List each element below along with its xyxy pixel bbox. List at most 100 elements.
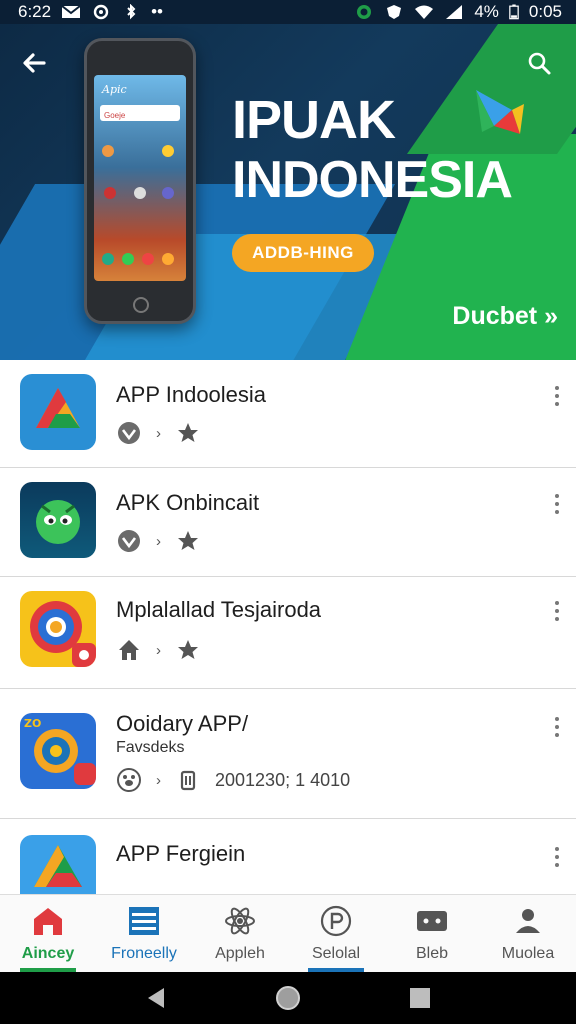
app-subtitle: Favsdeks: [116, 739, 185, 756]
app-icon-browser: ZO: [20, 713, 96, 789]
app-title: APP Indoolesia: [116, 382, 267, 407]
app-icon-drive: [20, 374, 96, 450]
phone-screen: Apic Goeje: [94, 75, 186, 281]
app-meta: ›: [116, 637, 201, 663]
app-dot-icon: [162, 187, 174, 199]
app-title: Ooidary APP/: [116, 711, 249, 736]
chevron-right-icon: ›: [156, 771, 161, 789]
overflow-menu-icon[interactable]: [552, 847, 562, 867]
list-item[interactable]: Mplalallad Tesjairoda ›: [0, 577, 576, 689]
nav-label: Froneelly: [111, 945, 177, 962]
person-icon: [516, 909, 540, 933]
back-arrow-icon[interactable]: [20, 48, 50, 78]
nav-label: Muolea: [501, 945, 555, 962]
app-dot-icon: [162, 145, 174, 157]
banner-brand-text: Ducbet: [452, 302, 538, 330]
phone-illustration: Apic Goeje: [84, 38, 196, 324]
list-item[interactable]: APK Onbincait ›: [0, 468, 576, 577]
app-meta: ›: [116, 528, 201, 554]
nav-item-profile[interactable]: Muolea: [480, 895, 576, 972]
wifi-icon: [415, 5, 434, 19]
app-icon-drive: [20, 835, 96, 894]
status-clock: 0:05: [528, 2, 562, 21]
app-dot-icon: [102, 145, 114, 157]
home-circle-icon[interactable]: [275, 985, 301, 1011]
paw-icon: [117, 768, 141, 792]
nav-item-home[interactable]: Aincey: [0, 895, 96, 972]
banner-title-line1: IPUAK: [232, 90, 396, 150]
battery-icon: [509, 4, 519, 20]
bottom-navigation: Aincey Froneelly Appleh Selolal Bleb Muo…: [0, 894, 576, 972]
app-meta: › 2001230; 1 4010: [116, 767, 350, 793]
gamepad-icon: [417, 911, 447, 931]
nav-item-games[interactable]: Bleb: [384, 895, 480, 972]
verified-icon: [118, 422, 140, 444]
nav-label: Bleb: [415, 945, 449, 962]
app-title: APK Onbincait: [116, 490, 260, 515]
phone-search-bar: Goeje: [100, 105, 180, 121]
app-icon-mascot: [20, 482, 96, 558]
banner-title-line2: INDONESIA: [232, 151, 513, 209]
verified-icon: [118, 530, 140, 552]
list-item[interactable]: APP Indoolesia ›: [0, 360, 576, 468]
status-bar: 6:22 •• 4% 0:05: [0, 0, 576, 24]
nav-label: Appleh: [215, 945, 265, 962]
star-icon: [178, 531, 198, 550]
overflow-menu-icon[interactable]: [552, 386, 562, 406]
chevron-right-icon: ›: [156, 641, 161, 659]
app-meta-text: 2001230; 1 4010: [215, 769, 351, 790]
play-store-logo-icon: [476, 90, 524, 134]
signal-icon: [446, 5, 463, 19]
list-icon: [129, 907, 159, 935]
nav-label: Selolal: [311, 945, 361, 962]
chevron-right-icon: ›: [156, 532, 161, 550]
recents-square-icon[interactable]: [408, 986, 432, 1010]
system-navigation-bar: [0, 972, 576, 1024]
list-item[interactable]: ZO Ooidary APP/ Favsdeks › 2001230; 1 40…: [0, 689, 576, 819]
svg-text:ZO: ZO: [24, 717, 41, 730]
bluetooth-icon: [127, 4, 136, 20]
nav-item-list[interactable]: Froneelly: [96, 895, 192, 972]
status-time: 6:22: [18, 2, 52, 21]
phone-home-button: [133, 297, 149, 313]
back-triangle-icon[interactable]: [144, 986, 168, 1010]
app-icon-chrome: [20, 591, 96, 667]
home-icon: [34, 908, 62, 935]
atom-icon: [225, 907, 255, 935]
app-dot-icon: [122, 253, 134, 265]
shield-icon: [387, 5, 402, 19]
trash-icon: [180, 770, 196, 791]
nav-item-special[interactable]: Selolal: [288, 895, 384, 972]
overflow-menu-icon[interactable]: [552, 601, 562, 621]
app-dot-icon: [162, 253, 174, 265]
nav-item-apps[interactable]: Appleh: [192, 895, 288, 972]
parking-icon: [320, 905, 352, 937]
home-icon: [119, 640, 139, 660]
app-dot-icon: [102, 253, 114, 265]
app-title: Mplalallad Tesjairoda: [116, 597, 322, 622]
app-dot-icon: [134, 187, 146, 199]
banner-title: IPUAK INDONESIA: [232, 90, 513, 210]
star-icon: [178, 640, 198, 659]
chevron-right-icon: ›: [156, 424, 161, 442]
nav-label: Aincey: [21, 945, 75, 962]
banner-cta-button[interactable]: ADDB-HING: [232, 234, 374, 272]
banner-brand: Ducbet »: [452, 302, 558, 331]
app-list: APP Indoolesia › APK Onbincait › Mplalal…: [0, 360, 576, 894]
app-title: APP Fergiein: [116, 841, 246, 866]
app-notification-icon: [357, 5, 372, 19]
list-item[interactable]: APP Fergiein: [0, 819, 576, 894]
search-icon[interactable]: [524, 48, 554, 78]
app-dot-icon: [142, 253, 154, 265]
battery-percent: 4%: [474, 2, 499, 21]
overflow-menu-icon[interactable]: [552, 494, 562, 514]
mail-icon: [61, 5, 81, 18]
overflow-menu-icon[interactable]: [552, 717, 562, 737]
app-dot-icon: [104, 187, 116, 199]
chevron-right-icon: »: [544, 302, 558, 330]
hero-banner[interactable]: Apic Goeje IPUAK INDONESIA ADDB-HING Duc…: [0, 24, 576, 360]
more-notifications-icon: ••: [151, 2, 163, 21]
phone-app-label: Apic: [102, 83, 127, 96]
app-meta: ›: [116, 420, 201, 446]
phone-search-text: Goeje: [104, 111, 126, 120]
